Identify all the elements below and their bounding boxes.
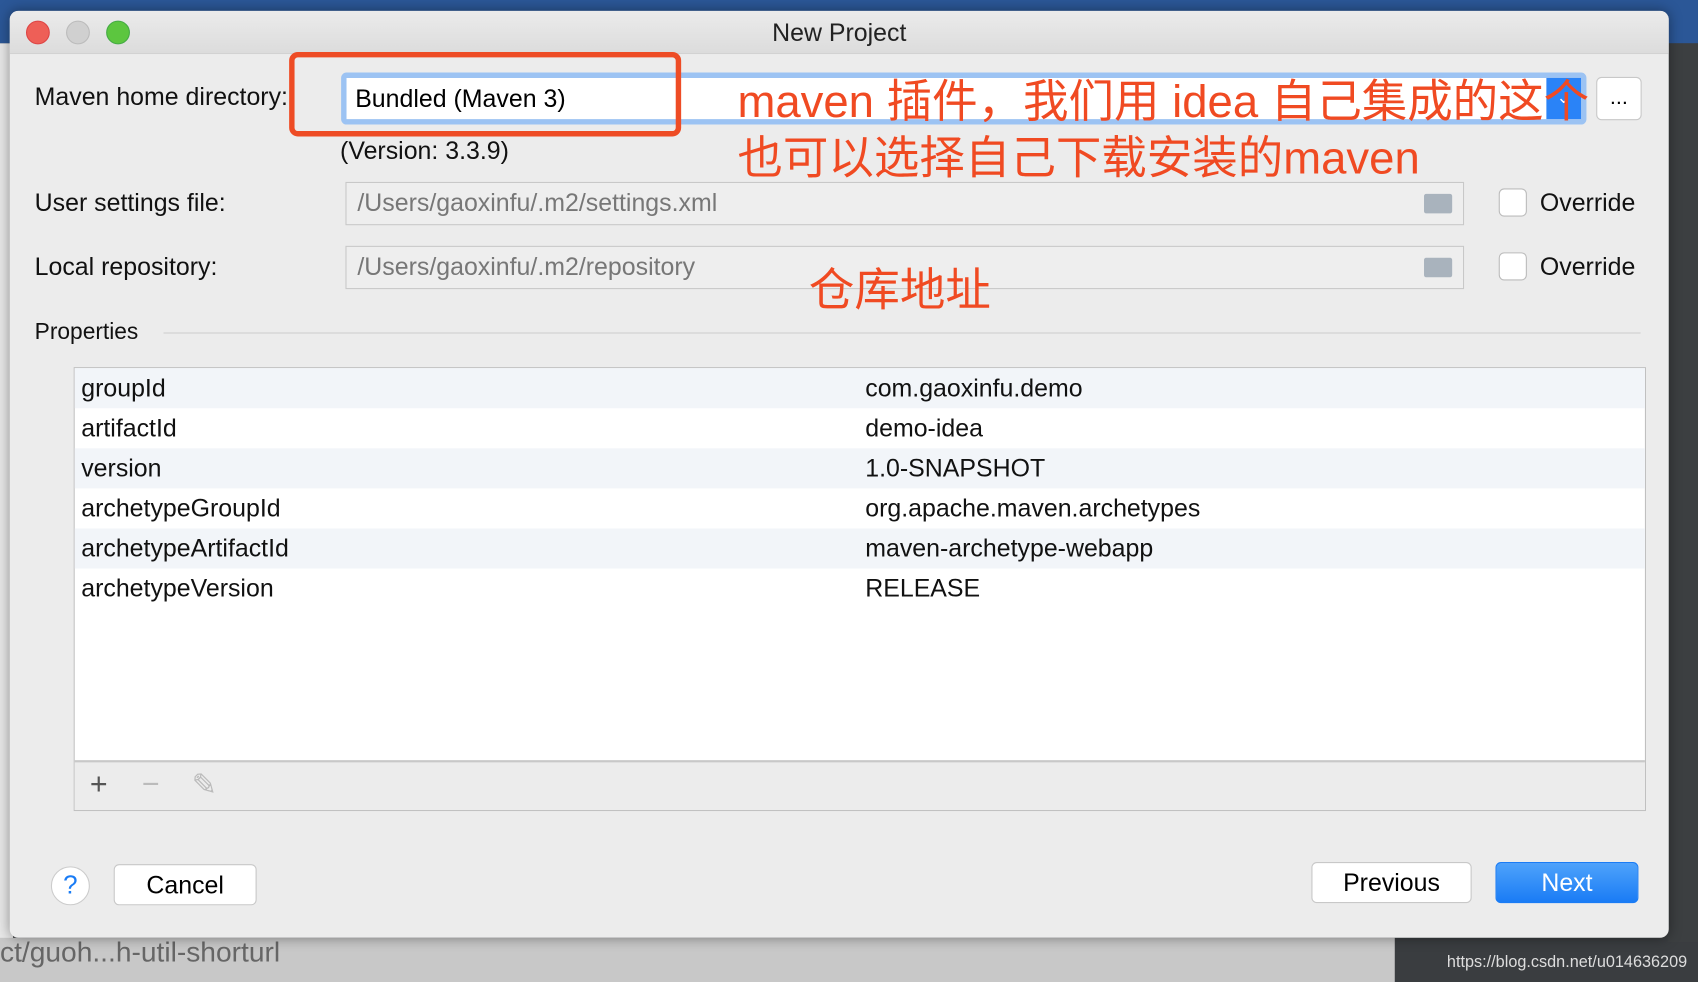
- table-row[interactable]: archetypeGroupId org.apache.maven.archety…: [75, 488, 1645, 528]
- add-icon[interactable]: +: [90, 767, 108, 802]
- properties-table: groupId com.gaoxinfu.demo artifactId demo-i…: [73, 367, 1647, 812]
- cancel-button[interactable]: Cancel: [113, 864, 257, 906]
- override-settings-checkbox[interactable]: [1498, 188, 1527, 217]
- property-key: groupId: [81, 373, 166, 402]
- maven-version: (Version: 3.3.9): [340, 136, 509, 165]
- property-value[interactable]: maven-archetype-webapp: [865, 534, 1153, 563]
- user-settings-label: User settings file:: [34, 188, 226, 217]
- property-key: archetypeVersion: [81, 573, 274, 603]
- maven-home-label: Maven home directory:: [34, 82, 288, 111]
- local-repo-label: Local repository:: [34, 252, 218, 281]
- new-project-dialog: New Project Maven home directory: Bundle…: [9, 10, 1669, 938]
- annotation-repo: 仓库地址: [808, 264, 991, 316]
- property-value[interactable]: com.gaoxinfu.demo: [865, 374, 1082, 403]
- help-button[interactable]: ?: [50, 866, 90, 906]
- override-settings-label: Override: [1539, 188, 1636, 217]
- folder-icon[interactable]: [1424, 257, 1453, 278]
- table-row[interactable]: version 1.0-SNAPSHOT: [74, 448, 1645, 489]
- background-right: [1667, 43, 1698, 943]
- properties-label: Properties: [34, 319, 139, 345]
- property-key: archetypeGroupId: [81, 493, 281, 522]
- local-repo-value: /Users/gaoxinfu/.m2/repository: [357, 252, 696, 281]
- property-key: archetypeArtifactId: [81, 533, 289, 563]
- property-value[interactable]: org.apache.maven.archetypes: [865, 494, 1200, 523]
- property-value[interactable]: 1.0-SNAPSHOT: [865, 454, 1045, 483]
- folder-icon[interactable]: [1424, 193, 1453, 214]
- browse-button[interactable]: ...: [1596, 76, 1642, 121]
- override-repo-checkbox[interactable]: [1498, 252, 1527, 281]
- property-value[interactable]: RELEASE: [865, 574, 980, 603]
- annotation-highlight-box: [289, 51, 682, 137]
- previous-button[interactable]: Previous: [1311, 861, 1472, 904]
- remove-icon[interactable]: −: [142, 767, 160, 802]
- properties-toolbar: + − ✎: [74, 760, 1645, 811]
- watermark: https://blog.csdn.net/u014636209: [1446, 952, 1688, 972]
- background-path-text: ct/guoh...h-util-shorturl: [0, 935, 281, 969]
- property-value[interactable]: demo-idea: [865, 414, 983, 443]
- user-settings-value: /Users/gaoxinfu/.m2/settings.xml: [357, 188, 718, 217]
- title-bar: New Project: [9, 10, 1669, 55]
- table-row[interactable]: groupId com.gaoxinfu.demo: [74, 368, 1645, 409]
- edit-icon[interactable]: ✎: [192, 767, 217, 803]
- annotation-line2: 也可以选择自己下载安装的maven: [737, 132, 1420, 184]
- table-row[interactable]: archetypeArtifactId maven-archetype-webap…: [74, 528, 1645, 569]
- next-button[interactable]: Next: [1495, 861, 1639, 904]
- property-key: version: [81, 453, 162, 482]
- property-key: artifactId: [81, 413, 177, 442]
- table-row[interactable]: artifactId demo-idea: [75, 408, 1645, 448]
- window-title: New Project: [772, 18, 907, 47]
- properties-separator: [163, 332, 1641, 334]
- user-settings-field[interactable]: /Users/gaoxinfu/.m2/settings.xml: [345, 181, 1465, 226]
- override-repo-label: Override: [1539, 252, 1636, 281]
- table-row[interactable]: archetypeVersion RELEASE: [75, 569, 1645, 609]
